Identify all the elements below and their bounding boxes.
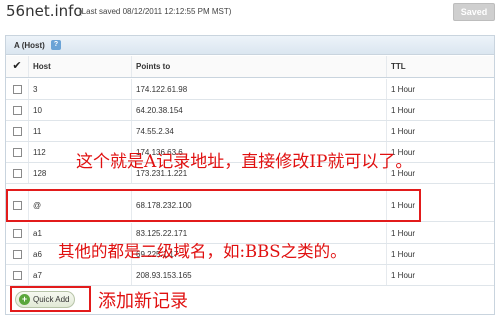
- host-cell: a7: [28, 265, 131, 285]
- row-checkbox[interactable]: [12, 228, 22, 238]
- quick-add-highlight-box: [10, 286, 91, 312]
- help-icon[interactable]: ?: [51, 40, 61, 50]
- domain-name: 56net.info: [6, 2, 83, 20]
- row-checkbox[interactable]: [12, 84, 22, 94]
- at-record-highlight-box: [6, 189, 421, 222]
- annotation-add-new: 添加新记录: [98, 291, 188, 312]
- saved-button[interactable]: Saved: [453, 3, 495, 21]
- ttl-cell: 1 Hour: [386, 265, 496, 285]
- points-to-cell: 208.93.153.165: [131, 265, 386, 285]
- ttl-cell: 1 Hour: [386, 100, 496, 120]
- top-bar: 56net.info (Last saved 08/12/2011 12:12:…: [0, 0, 500, 26]
- table-row[interactable]: 3 174.122.61.98 1 Hour: [6, 79, 494, 100]
- column-ttl[interactable]: TTL: [386, 56, 496, 77]
- row-checkbox[interactable]: [12, 105, 22, 115]
- row-checkbox[interactable]: [12, 126, 22, 136]
- annotation-at-record: 这个就是A记录地址，直接修改IP就可以了。: [76, 152, 413, 172]
- check-icon: ✔: [12, 60, 22, 72]
- ttl-cell: 1 Hour: [386, 121, 496, 141]
- panel-title: A (Host): [14, 41, 45, 50]
- host-cell: 11: [28, 121, 131, 141]
- column-points-to[interactable]: Points to: [131, 56, 386, 77]
- host-cell: 10: [28, 100, 131, 120]
- a-host-records-panel: A (Host) ? ✔ Host Points to TTL 3 174.12…: [5, 35, 495, 315]
- ttl-cell: 1 Hour: [386, 244, 496, 264]
- host-cell: 3: [28, 79, 131, 99]
- table-row[interactable]: a7 208.93.153.165 1 Hour: [6, 265, 494, 286]
- ttl-cell: 1 Hour: [386, 79, 496, 99]
- select-all-check[interactable]: ✔: [6, 56, 28, 77]
- points-to-cell: 64.20.38.154: [131, 100, 386, 120]
- row-checkbox[interactable]: [12, 249, 22, 259]
- table-row[interactable]: 10 64.20.38.154 1 Hour: [6, 100, 494, 121]
- column-host[interactable]: Host: [28, 56, 131, 77]
- ttl-cell: 1 Hour: [386, 223, 496, 243]
- row-checkbox[interactable]: [12, 270, 22, 280]
- panel-header: A (Host) ?: [6, 36, 494, 55]
- table-row[interactable]: 11 74.55.2.34 1 Hour: [6, 121, 494, 142]
- points-to-cell: 74.55.2.34: [131, 121, 386, 141]
- row-checkbox[interactable]: [12, 147, 22, 157]
- last-saved-note: (Last saved 08/12/2011 12:12:55 PM MST): [79, 7, 232, 16]
- annotation-subdomain: 其他的都是二级域名，如:BBS之类的。: [58, 242, 347, 261]
- points-to-cell: 174.122.61.98: [131, 79, 386, 99]
- row-checkbox[interactable]: [12, 168, 22, 178]
- table-header-row: ✔ Host Points to TTL: [6, 56, 494, 78]
